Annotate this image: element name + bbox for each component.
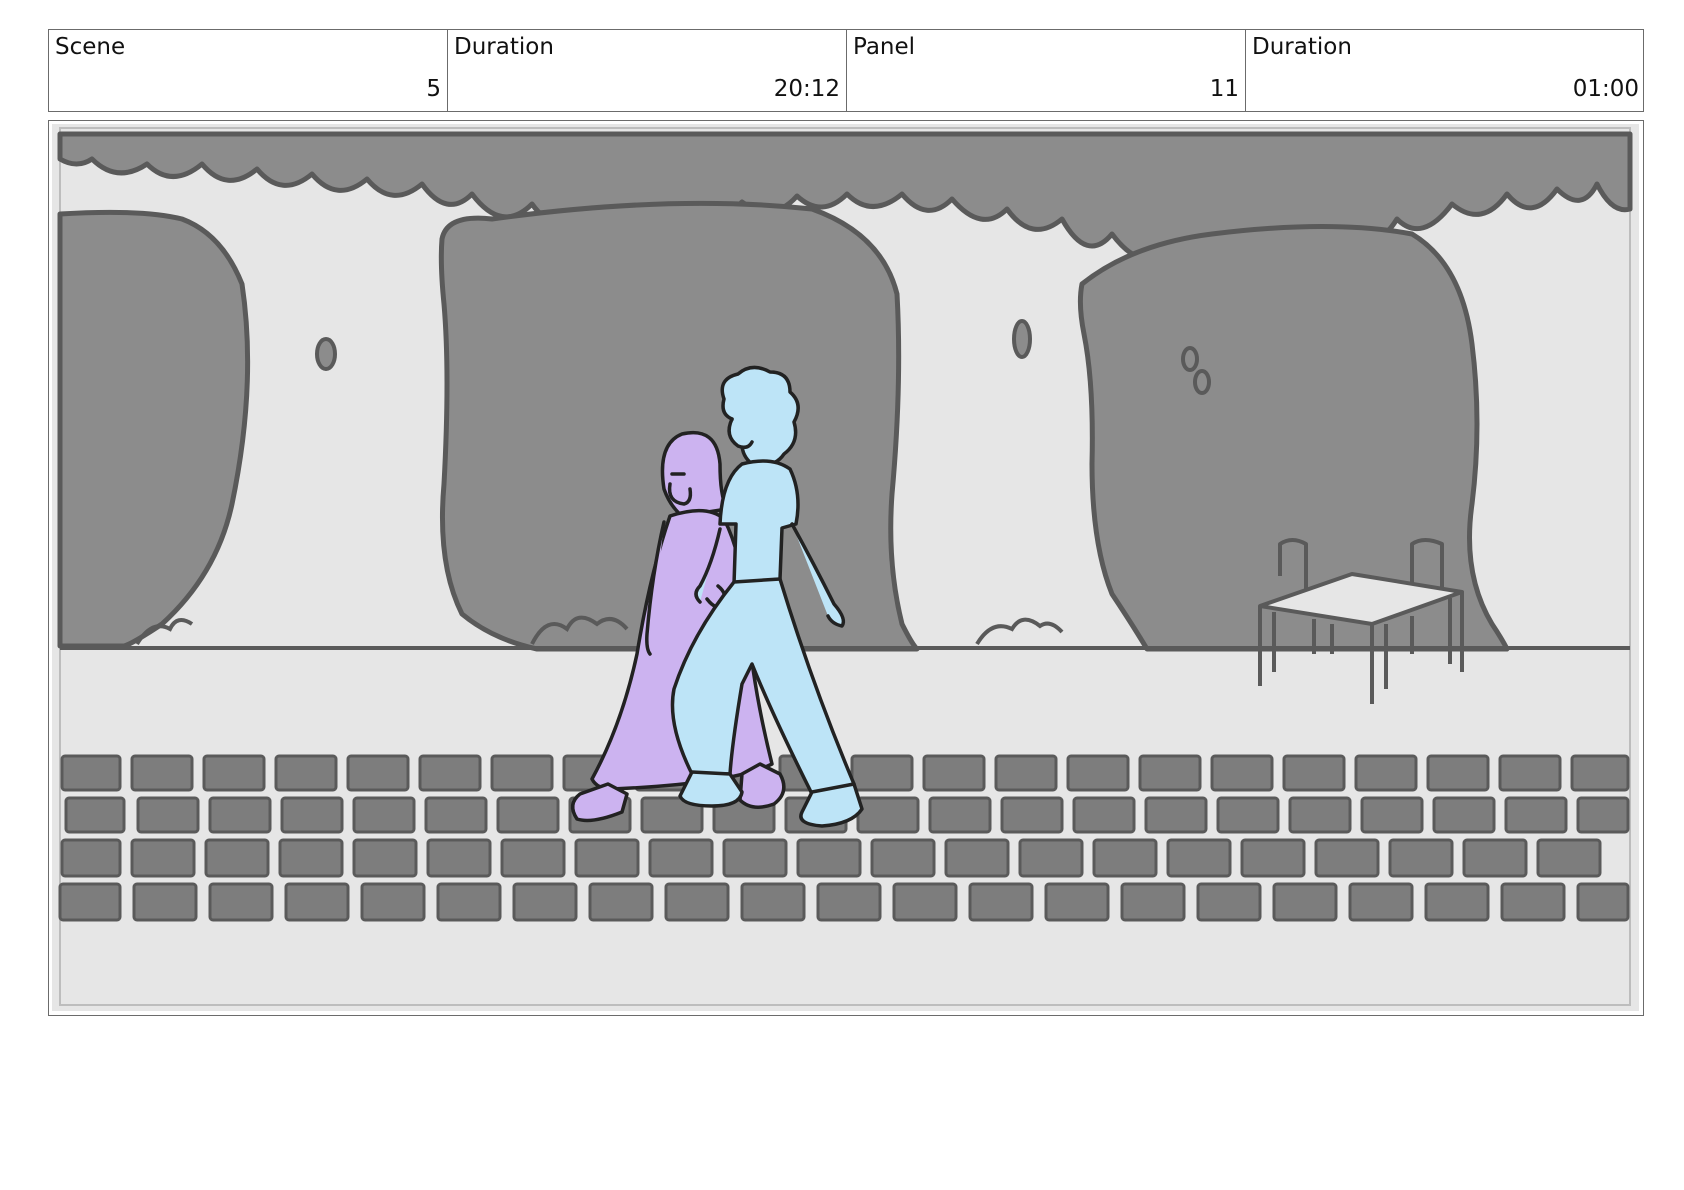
scene-duration-cell: Duration 20:12 (448, 30, 847, 111)
scene-duration-label: Duration (454, 34, 554, 60)
scene-value: 5 (426, 76, 441, 102)
scene-cell: Scene 5 (49, 30, 448, 111)
scene-duration-value: 20:12 (773, 76, 840, 102)
scene-label: Scene (55, 34, 126, 60)
panel-duration-label: Duration (1252, 34, 1352, 60)
panel-cell: Panel 11 (847, 30, 1246, 111)
panel-duration-cell: Duration 01:00 (1246, 30, 1645, 111)
panel-label: Panel (853, 34, 916, 60)
storyboard-header: Scene 5 Duration 20:12 Panel 11 Duration… (48, 29, 1644, 112)
panel-value: 11 (1209, 76, 1239, 102)
storyboard-panel (48, 120, 1644, 1016)
panel-drawing (52, 124, 1639, 1011)
panel-duration-value: 01:00 (1572, 76, 1639, 102)
